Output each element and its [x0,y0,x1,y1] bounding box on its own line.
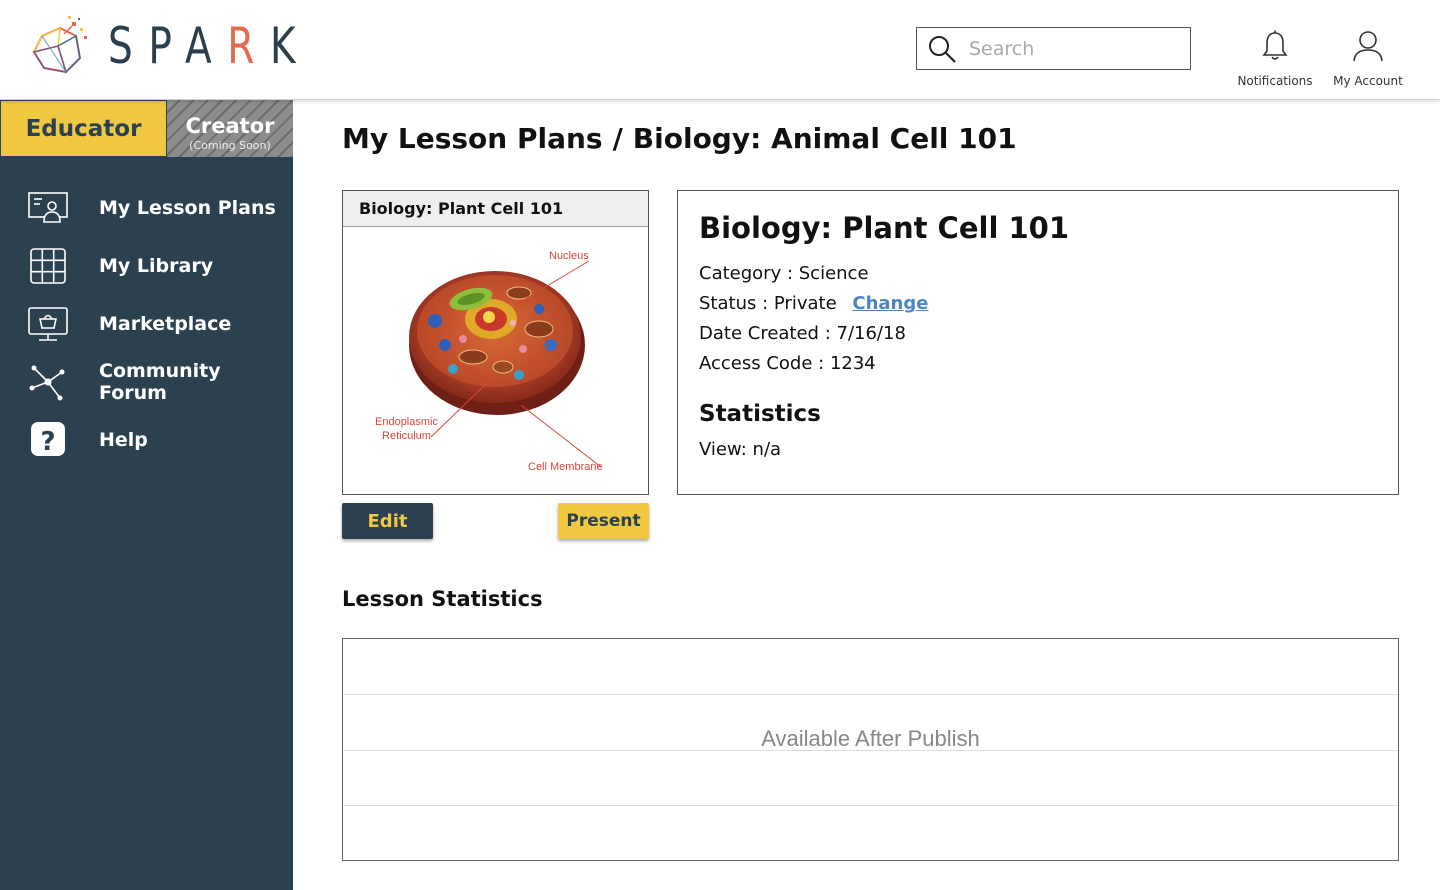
lesson-plans-icon [28,192,68,223]
status-row: Status : Private Change [699,289,1377,319]
notifications-button[interactable]: Notifications [1230,30,1320,88]
views-label: View: [699,439,747,460]
tab-creator-note: (Coming Soon) [189,139,271,152]
access-code-value: 1234 [829,353,876,374]
sidebar-item-help[interactable]: ? Help [0,411,293,469]
category-row: Category : Science [699,259,1377,289]
lesson-statistics-panel: Available After Publish [342,638,1399,861]
callout-cell-membrane: Cell Membrane [528,461,603,473]
tab-educator[interactable]: Educator [0,100,167,157]
callout-er-line1: Endoplasmic [375,416,438,428]
lesson-info-panel: Biology: Plant Cell 101 Category : Scien… [677,190,1399,495]
present-button[interactable]: Present [558,503,649,539]
cell-diagram-image: Nucleus Endoplasmic Reticulum Cell Membr… [343,227,648,494]
lesson-statistics-heading: Lesson Statistics [342,587,543,611]
stats-divider [343,694,1398,695]
network-icon [29,365,65,401]
my-account-label: My Account [1333,74,1403,88]
user-icon [1353,31,1383,62]
tab-creator: Creator (Coming Soon) [167,100,293,157]
role-tabs: Educator Creator (Coming Soon) [0,100,293,157]
views-value: n/a [752,439,782,460]
sidebar-item-my-library[interactable]: My Library [0,237,293,295]
library-grid-icon [30,248,66,284]
date-created-label: Date Created : [699,323,831,344]
sidebar: Educator Creator (Coming Soon) My Lesson… [0,100,293,890]
sidebar-item-label: My Library [99,255,214,277]
my-account-button[interactable]: My Account [1323,30,1413,88]
spark-logo[interactable]: SPARK [28,14,368,78]
sidebar-item-label: Help [99,429,148,451]
notifications-label: Notifications [1237,74,1313,88]
wordmark-text-end: K [269,17,312,75]
sidebar-item-marketplace[interactable]: Marketplace [0,295,293,353]
callout-er-line2: Reticulum [382,430,431,442]
sidebar-item-my-lesson-plans[interactable]: My Lesson Plans [0,179,293,237]
sidebar-item-label: My Lesson Plans [99,197,276,219]
status-label: Status : [699,293,769,314]
status-value: Private [773,293,837,314]
callout-endoplasmic-reticulum: Endoplasmic Reticulum [375,415,438,443]
lesson-card-title: Biology: Plant Cell 101 [343,191,648,227]
edit-button[interactable]: Edit [342,503,433,539]
svg-text:?: ? [40,427,55,457]
wordmark-text: SPA [108,17,228,75]
cell-illustration [409,260,602,468]
sidebar-nav: My Lesson Plans My Library Marketplace C… [0,179,293,469]
breadcrumb: My Lesson Plans / Biology: Animal Cell 101 [342,122,1017,155]
top-header: SPARK Notifications My Account [0,0,1440,100]
search-input[interactable] [969,37,1169,60]
lesson-title: Biology: Plant Cell 101 [699,211,1070,245]
help-icon: ? [31,422,65,457]
category-value: Science [798,263,869,284]
tab-creator-label: Creator [185,114,275,138]
breadcrumb-separator: / [612,122,623,155]
sidebar-item-label: Community Forum [99,360,221,404]
breadcrumb-current: Biology: Animal Cell 101 [632,122,1017,155]
date-created-row: Date Created : 7/16/18 [699,319,1377,349]
stats-placeholder-message: Available After Publish [761,726,980,751]
sidebar-item-label: Marketplace [99,313,232,335]
sidebar-item-community-forum[interactable]: Community Forum [0,353,293,411]
breadcrumb-root-link[interactable]: My Lesson Plans [342,122,603,155]
search-box[interactable] [916,27,1191,70]
callout-nucleus: Nucleus [549,250,589,262]
statistics-heading: Statistics [699,401,821,427]
lesson-preview-card[interactable]: Biology: Plant Cell 101 Nucleus Endoplas… [342,190,649,495]
bell-icon [1262,30,1288,60]
category-label: Category : [699,263,794,284]
marketplace-icon [28,307,68,341]
date-created-value: 7/16/18 [836,323,906,344]
stats-divider [343,805,1398,806]
wordmark-accent-letter: R [227,17,270,75]
change-status-link[interactable]: Change [852,293,928,314]
spark-logo-mark-icon [32,16,87,74]
access-code-row: Access Code : 1234 [699,349,1377,379]
search-icon [929,35,956,63]
views-row: View: n/a [699,435,1377,465]
access-code-label: Access Code : [699,353,825,374]
spark-wordmark: SPARK [108,21,311,71]
